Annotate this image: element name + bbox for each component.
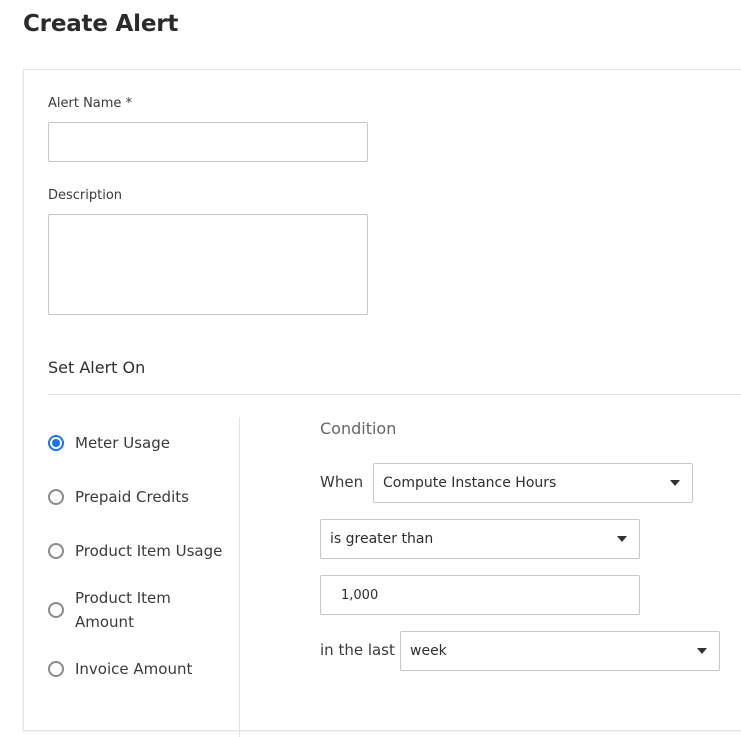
radio-label: Product Item Usage xyxy=(75,542,223,560)
radio-button[interactable] xyxy=(48,661,64,677)
caret-down-icon xyxy=(617,536,627,542)
metric-select[interactable]: Compute Instance Hours xyxy=(373,463,693,503)
description-textarea[interactable] xyxy=(48,214,368,315)
radio-label: Invoice Amount xyxy=(75,660,193,678)
radio-prepaid-credits[interactable]: Prepaid Credits xyxy=(48,485,189,509)
operator-select[interactable]: is greater than xyxy=(320,519,640,559)
threshold-input[interactable] xyxy=(320,575,640,615)
radio-button-checked[interactable] xyxy=(48,435,64,451)
radio-invoice-amount[interactable]: Invoice Amount xyxy=(48,657,192,681)
vertical-divider xyxy=(239,417,240,737)
set-alert-on-title: Set Alert On xyxy=(48,358,146,377)
radio-label: Meter Usage xyxy=(75,434,170,452)
alert-name-input[interactable] xyxy=(48,122,368,162)
radio-label: Prepaid Credits xyxy=(75,488,189,506)
period-label: in the last xyxy=(320,641,395,659)
radio-meter-usage[interactable]: Meter Usage xyxy=(48,431,170,455)
radio-product-item-amount[interactable]: Product Item Amount xyxy=(48,586,185,634)
period-select[interactable]: week xyxy=(400,631,720,671)
alert-name-label: Alert Name * xyxy=(48,96,132,111)
radio-label: Product Item Amount xyxy=(75,589,171,631)
page-title: Create Alert xyxy=(23,11,179,37)
alert-form-card: Alert Name * Description Set Alert On Me… xyxy=(23,69,741,737)
period-select-value: week xyxy=(410,643,447,659)
radio-button[interactable] xyxy=(48,489,64,505)
operator-select-value: is greater than xyxy=(330,531,434,547)
caret-down-icon xyxy=(670,480,680,486)
required-marker: * xyxy=(125,96,133,111)
radio-button[interactable] xyxy=(48,602,64,618)
condition-title: Condition xyxy=(320,419,397,438)
radio-product-item-usage[interactable]: Product Item Usage xyxy=(48,539,222,563)
metric-select-value: Compute Instance Hours xyxy=(383,475,557,491)
when-label: When xyxy=(320,473,364,491)
section-divider xyxy=(48,394,741,395)
radio-button[interactable] xyxy=(48,543,64,559)
caret-down-icon xyxy=(697,648,707,654)
description-label: Description xyxy=(48,188,123,203)
alert-name-label-text: Alert Name xyxy=(48,96,122,111)
